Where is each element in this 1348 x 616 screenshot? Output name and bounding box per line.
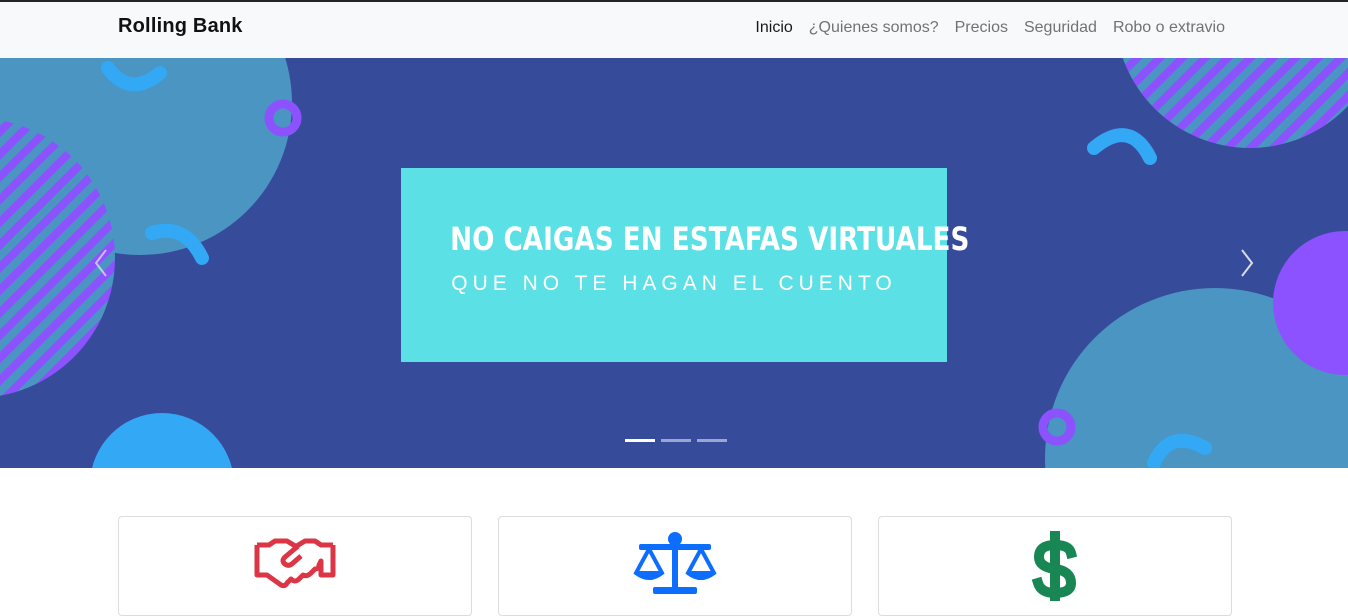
nav-quienes-somos[interactable]: ¿Quienes somos? (809, 19, 939, 37)
nav-robo-extravio[interactable]: Robo o extravio (1113, 19, 1225, 37)
nav-links: Inicio ¿Quienes somos? Precios Seguridad… (739, 19, 1225, 37)
chevron-left-icon (94, 249, 107, 277)
carousel-next-button[interactable] (1226, 238, 1266, 288)
feature-card-3 (878, 516, 1232, 616)
carousel-banner: NO CAIGAS EN ESTAFAS VIRTUALES QUE NO TE… (401, 168, 970, 362)
carousel-indicators (625, 439, 727, 442)
nav-seguridad[interactable]: Seguridad (1024, 19, 1097, 37)
nav-inicio[interactable]: Inicio (755, 19, 792, 37)
banner-subline: QUE NO TE HAGAN EL CUENTO (451, 272, 897, 295)
nav-precios[interactable]: Precios (955, 19, 1008, 37)
navbar: Rolling Bank Inicio ¿Quienes somos? Prec… (0, 2, 1348, 58)
hero-carousel: NO CAIGAS EN ESTAFAS VIRTUALES QUE NO TE… (0, 58, 1348, 468)
indicator-slide-1[interactable] (625, 439, 655, 442)
handshake-icon (254, 538, 336, 589)
feature-card-1 (118, 516, 472, 616)
carousel-prev-button[interactable] (82, 238, 122, 288)
chevron-right-icon (1241, 249, 1254, 277)
balance-scale-icon (633, 532, 717, 594)
dollar-sign-icon (1031, 531, 1078, 601)
banner-headline: NO CAIGAS EN ESTAFAS VIRTUALES (450, 220, 970, 258)
indicator-slide-2[interactable] (661, 439, 691, 442)
brand-logo[interactable]: Rolling Bank (118, 15, 243, 38)
indicator-slide-3[interactable] (697, 439, 727, 442)
feature-card-2 (498, 516, 852, 616)
